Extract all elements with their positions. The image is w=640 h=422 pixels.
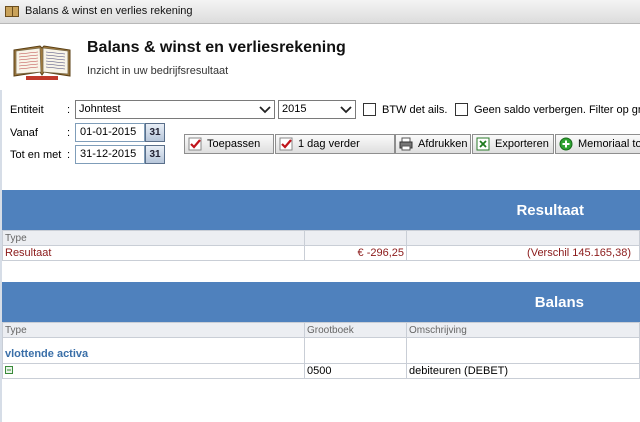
exporteren-button[interactable]: Exporteren	[472, 134, 554, 154]
window-title: Balans & winst en verlies rekening	[25, 5, 193, 17]
document-icon[interactable]	[5, 366, 13, 374]
empty-cell	[406, 337, 640, 364]
balans-heading: Balans	[534, 294, 584, 311]
printer-icon	[399, 137, 413, 151]
resultaat-type-cell: Resultaat	[2, 245, 305, 261]
entiteit-select[interactable]: Johntest	[75, 100, 275, 119]
chevron-down-icon[interactable]	[258, 102, 272, 117]
excel-icon	[476, 137, 490, 151]
balans-table: Type Grootboek Omschrijving vlottende ac…	[2, 322, 640, 379]
saldo-checkbox[interactable]	[455, 103, 468, 116]
btw-label: BTW det ails.	[382, 104, 448, 116]
column-header-amount	[304, 230, 407, 246]
resultaat-heading: Resultaat	[516, 202, 584, 219]
group-label-cell: vlottende activa	[2, 337, 305, 364]
column-header-grootboek: Grootboek	[304, 322, 407, 338]
memoriaal-label: Memoriaal toe	[578, 138, 640, 150]
table-row[interactable]: 0500 debiteuren (DEBET)	[2, 363, 640, 379]
column-header-type: Type	[2, 322, 305, 338]
vanaf-label: Vanaf	[10, 127, 38, 139]
column-header-omschrijving: Omschrijving	[406, 322, 640, 338]
page-header: Balans & winst en verliesrekening Inzich…	[0, 24, 640, 90]
book-icon	[5, 6, 19, 17]
toepassen-label: Toepassen	[207, 138, 261, 150]
tot-colon: :	[67, 149, 71, 161]
dag-verder-button[interactable]: 1 dag verder	[275, 134, 395, 154]
dag-verder-label: 1 dag verder	[298, 138, 360, 150]
saldo-label: Geen saldo verbergen. Filter op gr	[474, 104, 640, 116]
column-header-type: Type	[2, 230, 305, 246]
plus-circle-icon	[559, 137, 573, 151]
vanaf-date-input[interactable]: 01-01-2015	[75, 123, 145, 142]
balans-header-row: Type Grootboek Omschrijving	[2, 322, 640, 338]
vanaf-colon: :	[67, 127, 71, 139]
ledger-book-icon	[13, 45, 71, 80]
resultaat-table: Type Resultaat € -296,25 (Verschil 145.1…	[2, 230, 640, 261]
resultaat-verschil-cell: (Verschil 145.165,38)	[406, 245, 640, 261]
toepassen-button[interactable]: Toepassen	[184, 134, 274, 154]
check-icon	[279, 137, 293, 151]
table-row[interactable]: Resultaat € -296,25 (Verschil 145.165,38…	[2, 245, 640, 261]
tot-date-input[interactable]: 31-12-2015	[75, 145, 145, 164]
balans-section-header: Balans	[2, 282, 640, 322]
page-subtitle: Inzicht in uw bedrijfsresultaat	[87, 65, 229, 77]
table-row[interactable]: vlottende activa	[2, 337, 640, 364]
chevron-down-icon[interactable]	[339, 102, 353, 117]
check-icon	[188, 137, 202, 151]
calendar-icon[interactable]: 31	[145, 145, 165, 164]
omschrijving-cell: debiteuren (DEBET)	[406, 363, 640, 379]
tot-label: Tot en met	[10, 149, 62, 161]
year-value: 2015	[282, 103, 307, 115]
grootboek-cell: 0500	[304, 363, 407, 379]
row-icon-cell	[2, 363, 305, 379]
entiteit-label: Entiteit	[10, 104, 44, 116]
entiteit-colon: :	[67, 104, 71, 116]
empty-cell	[304, 337, 407, 364]
btw-checkbox[interactable]	[363, 103, 376, 116]
exporteren-label: Exporteren	[495, 138, 549, 150]
resultaat-amount-cell: € -296,25	[304, 245, 407, 261]
calendar-icon[interactable]: 31	[145, 123, 165, 142]
window-titlebar: Balans & winst en verlies rekening	[0, 0, 640, 24]
page-title: Balans & winst en verliesrekening	[87, 39, 346, 56]
memoriaal-button[interactable]: Memoriaal toe	[555, 134, 640, 154]
resultaat-section-header: Resultaat	[2, 190, 640, 230]
year-select[interactable]: 2015	[278, 100, 356, 119]
entiteit-value: Johntest	[79, 103, 121, 115]
afdrukken-label: Afdrukken	[418, 138, 468, 150]
column-header-verschil	[406, 230, 640, 246]
afdrukken-button[interactable]: Afdrukken	[395, 134, 471, 154]
resultaat-header-row: Type	[2, 230, 640, 246]
